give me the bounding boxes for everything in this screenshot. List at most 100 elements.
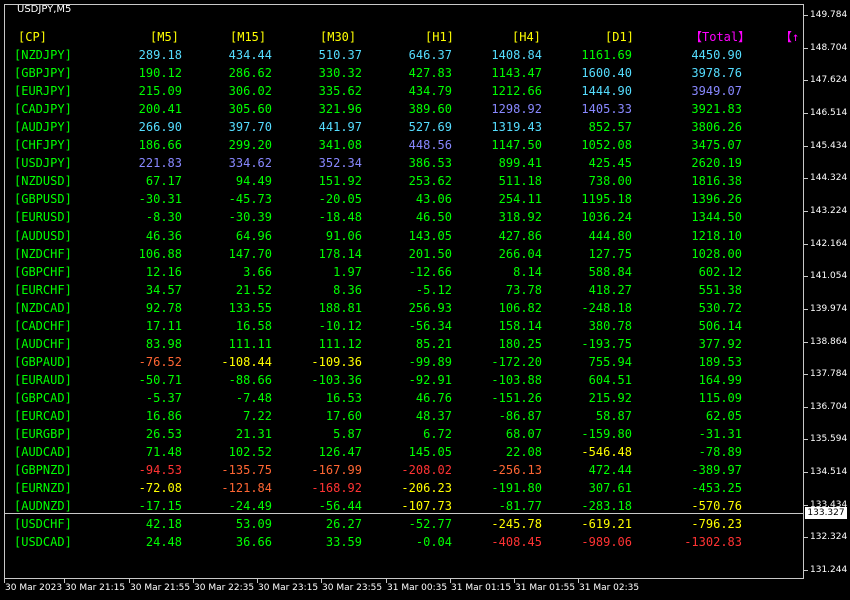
table-cell: -172.20	[491, 354, 542, 369]
table-cell: 133.55	[228, 300, 272, 315]
table-cell: 341.08	[318, 138, 362, 153]
table-cell: -107.73	[401, 499, 452, 514]
price-tick-mark	[804, 439, 808, 441]
table-cell: 215.92	[588, 390, 632, 405]
time-tick-label: 31 Mar 01:15	[451, 583, 512, 593]
table-cell: -86.87	[498, 409, 542, 423]
table-cell: 448.56	[408, 138, 452, 153]
pair-label: [GBPAUD]	[14, 354, 72, 369]
column-header: 【Total】	[690, 30, 751, 44]
time-tick-label: 30 Mar 23:15	[258, 583, 319, 593]
total-value: -796.23	[691, 517, 742, 532]
table-cell: 434.79	[408, 84, 452, 99]
table-cell: 151.92	[318, 174, 362, 189]
table-cell: -72.08	[138, 481, 182, 496]
table-cell: 221.83	[138, 156, 182, 171]
total-value: 3921.83	[691, 102, 742, 117]
table-cell: 106.82	[498, 300, 542, 315]
chart-title: USDJPY,M5	[17, 4, 72, 15]
table-cell: 64.96	[235, 228, 272, 243]
table-cell: 71.48	[145, 445, 182, 460]
total-value: -389.97	[691, 463, 742, 478]
table-cell: 33.59	[325, 535, 362, 550]
table-cell: 42.18	[145, 517, 182, 532]
table-cell: 186.66	[138, 138, 182, 153]
pair-label: [GBPCAD]	[14, 390, 72, 405]
pair-label: [EURGBP]	[14, 427, 72, 442]
total-value: 506.14	[698, 318, 742, 333]
table-cell: 1143.47	[491, 66, 542, 81]
pair-label: [AUDUSD]	[14, 228, 72, 243]
total-value: 1396.26	[691, 192, 742, 207]
table-cell: 17.60	[325, 409, 362, 423]
table-cell: -30.31	[138, 192, 182, 207]
table-cell: 21.52	[235, 282, 272, 297]
price-tick-label: 142.164	[810, 238, 848, 249]
table-cell: 147.70	[228, 246, 272, 261]
total-value: 3806.26	[691, 120, 742, 135]
table-cell: 380.78	[588, 318, 632, 333]
price-tick-mark	[804, 308, 808, 310]
table-cell: -10.12	[318, 318, 362, 333]
table-cell: 7.22	[243, 409, 272, 423]
table-cell: 352.34	[318, 156, 362, 171]
price-tick-mark	[804, 504, 808, 506]
table-cell: -245.78	[491, 517, 542, 532]
table-cell: 425.45	[588, 156, 632, 171]
table-cell: 418.27	[588, 282, 632, 297]
table-cell: -619.21	[581, 517, 632, 532]
table-cell: 646.37	[408, 48, 452, 62]
price-tick-label: 137.784	[810, 369, 848, 380]
table-cell: 321.96	[318, 102, 362, 117]
price-tick-mark	[804, 15, 808, 16]
column-header: [H1]	[425, 30, 454, 44]
pair-label: [NZDCAD]	[14, 300, 72, 315]
table-cell: 266.90	[138, 120, 182, 135]
price-tick-mark	[804, 112, 808, 114]
time-tick-label: 31 Mar 00:35	[387, 583, 448, 593]
table-cell: 1405.33	[581, 102, 632, 117]
total-value: -453.25	[691, 481, 742, 496]
pair-label: [AUDCHF]	[14, 336, 72, 351]
table-cell: -92.91	[408, 372, 452, 387]
table-cell: 16.86	[145, 409, 182, 423]
table-cell: 1600.40	[581, 66, 632, 81]
pair-label: [AUDCAD]	[14, 445, 72, 460]
pair-label: [USDCAD]	[14, 535, 72, 550]
total-value: 189.53	[698, 354, 742, 369]
total-value: 3949.07	[691, 84, 742, 99]
table-cell: 1036.24	[581, 210, 632, 225]
table-cell: 190.12	[138, 66, 182, 81]
current-price-label: 133.327	[805, 507, 847, 519]
total-value: 530.72	[698, 300, 742, 315]
table-cell: 3.66	[243, 264, 272, 279]
table-cell: -283.18	[581, 499, 632, 514]
table-cell: 472.44	[588, 463, 632, 478]
table-cell: 16.53	[325, 390, 362, 405]
table-cell: 215.09	[138, 84, 182, 99]
pair-label: [EURNZD]	[14, 481, 72, 496]
table-cell: -8.30	[145, 210, 182, 225]
table-cell: 510.37	[318, 48, 362, 62]
table-cell: -30.39	[228, 210, 272, 225]
pair-label: [GBPNZD]	[14, 463, 72, 478]
table-cell: 1161.69	[581, 48, 632, 62]
table-cell: 12.16	[145, 264, 182, 279]
time-tick-label: 31 Mar 02:35	[579, 583, 640, 593]
pair-label: [AUDJPY]	[14, 120, 72, 135]
price-tick-label: 138.864	[810, 336, 848, 347]
table-cell: 46.76	[415, 390, 452, 405]
table-cell: 511.18	[498, 174, 542, 189]
table-cell: 254.11	[498, 192, 542, 207]
price-tick-label: 149.784	[810, 10, 848, 20]
price-tick-mark	[804, 145, 808, 147]
table-cell: 1052.08	[581, 138, 632, 153]
table-cell: 386.53	[408, 156, 452, 171]
pair-label: [AUDNZD]	[14, 499, 72, 514]
table-cell: 68.07	[505, 427, 542, 442]
price-tick-mark	[804, 472, 808, 474]
table-cell: 126.47	[318, 445, 362, 460]
chart-window[interactable]: USDJPY,M5 149.784 148.704 147.624 146.514 14…	[0, 0, 850, 600]
column-header: [M5]	[150, 30, 179, 44]
price-tick-mark	[804, 47, 808, 49]
